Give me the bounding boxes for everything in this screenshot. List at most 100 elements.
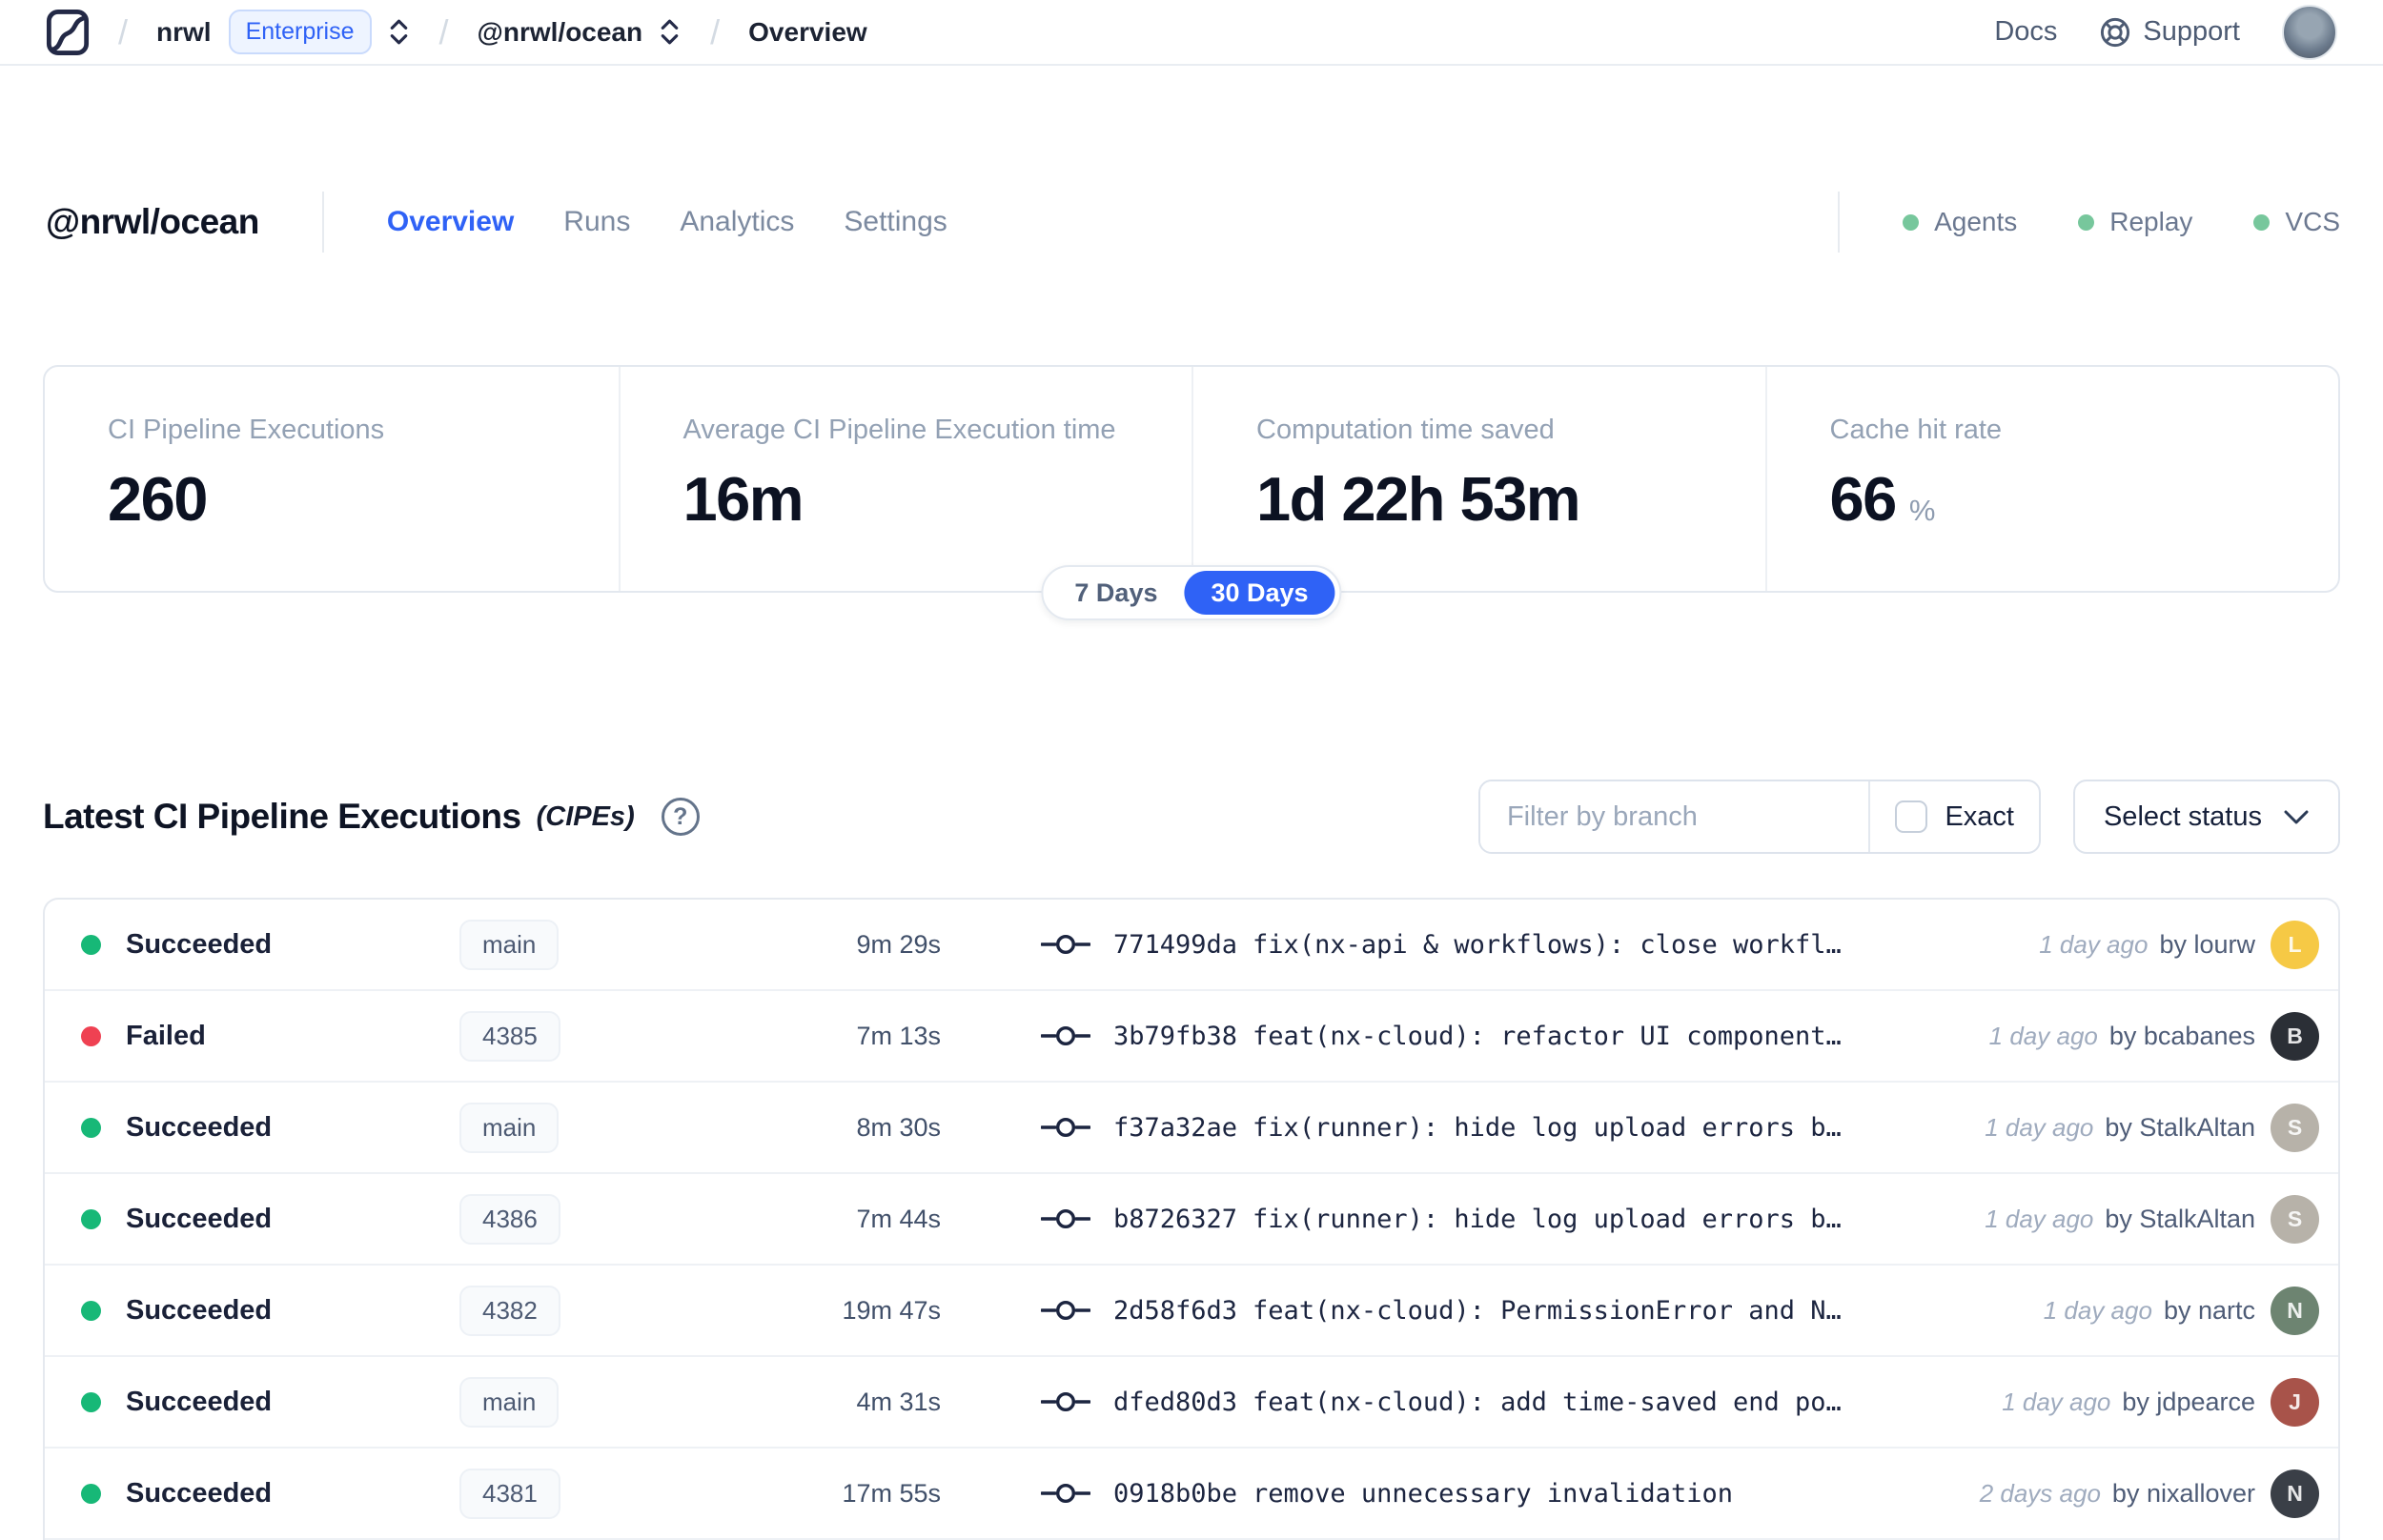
status-cell: Succeeded [81, 929, 459, 961]
green-dot-icon [2078, 213, 2095, 231]
commit-time: 1 day ago [2002, 1387, 2111, 1416]
commit-hash: 3b79fb38 [1113, 1021, 1238, 1051]
stat-label: Cache hit rate [1829, 415, 2003, 445]
status-dot [81, 1300, 101, 1321]
status-select-dropdown[interactable]: Select status [2072, 780, 2340, 854]
author-avatar: S [2271, 1103, 2319, 1152]
commit-line[interactable]: 2d58f6d3 feat(nx-cloud): PermissionError… [1113, 1296, 1842, 1326]
commit-message: remove unnecessary invalidation [1253, 1478, 1733, 1509]
status-label: Succeeded [126, 1386, 273, 1417]
top-navbar: / nrwl Enterprise / @nrwl/ocean / Overvi… [0, 0, 2383, 66]
table-row[interactable]: Succeeded 4386 7m 44s b8726327 fix(runne… [45, 1174, 2338, 1266]
commit-line[interactable]: dfed80d3 feat(nx-cloud): add time-saved … [1113, 1388, 1842, 1417]
header-divider [321, 192, 324, 253]
branch-cell: 4381 [459, 1468, 745, 1519]
commit-hash: dfed80d3 [1113, 1387, 1238, 1417]
green-dot-icon [1903, 213, 1920, 231]
breadcrumb-separator: / [710, 11, 721, 51]
commit-time: 2 days ago [1979, 1478, 2101, 1508]
exact-label[interactable]: Exact [1945, 801, 2014, 833]
status-vcs-label: VCS [2285, 207, 2340, 236]
life-ring-icon [2099, 16, 2131, 49]
range-option-30-days[interactable]: 30 Days [1184, 571, 1335, 615]
commit-author: by jdpearce [2122, 1387, 2255, 1416]
table-row[interactable]: Succeeded main 9m 29s 771499da fix(nx-ap… [45, 900, 2338, 991]
commit-line[interactable]: 771499da fix(nx-api & workflows): close … [1113, 930, 1842, 960]
author-avatar: S [2271, 1194, 2319, 1244]
status-dot [81, 1117, 101, 1138]
stat-label: Computation time saved [1256, 415, 1555, 445]
docs-link[interactable]: Docs [1994, 16, 2057, 48]
commit-cell: 771499da fix(nx-api & workflows): close … [1041, 930, 2010, 960]
branch-badge[interactable]: 4385 [459, 1010, 560, 1062]
table-row[interactable]: Failed 4385 7m 13s 3b79fb38 feat(nx-clou… [45, 991, 2338, 1083]
git-commit-icon [1041, 1023, 1090, 1049]
tab-settings[interactable]: Settings [844, 206, 947, 238]
range-option-7-days[interactable]: 7 Days [1048, 571, 1184, 615]
table-row[interactable]: Succeeded main 4m 31s dfed80d3 feat(nx-c… [45, 1357, 2338, 1449]
enterprise-badge[interactable]: Enterprise [228, 10, 372, 54]
status-vcs[interactable]: VCS [2253, 207, 2340, 237]
stat-label: Average CI Pipeline Execution time [682, 415, 1116, 445]
tab-overview[interactable]: Overview [387, 206, 514, 238]
branch-filter-input[interactable] [1479, 781, 1869, 852]
status-select-label: Select status [2103, 800, 2262, 832]
user-avatar[interactable] [2282, 4, 2337, 60]
branch-badge[interactable]: main [459, 919, 560, 970]
date-range-toggle: 7 Days 30 Days [1041, 565, 1342, 620]
commit-hash: b8726327 [1113, 1204, 1238, 1234]
status-dot [81, 934, 101, 955]
branch-badge[interactable]: 4381 [459, 1468, 560, 1519]
status-label: Succeeded [126, 1294, 273, 1326]
status-replay[interactable]: Replay [2078, 207, 2192, 237]
branch-cell: 4382 [459, 1285, 745, 1336]
git-commit-icon [1041, 1206, 1090, 1232]
nx-cloud-overview-page: / nrwl Enterprise / @nrwl/ocean / Overvi… [0, 0, 2383, 1540]
meta-cell: 1 day ago by lourw L [2010, 920, 2319, 969]
commit-author: by bcabanes [2108, 1021, 2255, 1050]
status-group-divider [1838, 192, 1841, 253]
breadcrumb-separator: / [438, 11, 449, 51]
table-row[interactable]: Succeeded 4382 19m 47s 2d58f6d3 feat(nx-… [45, 1266, 2338, 1357]
branch-badge[interactable]: main [459, 1102, 560, 1153]
branch-badge[interactable]: 4382 [459, 1285, 560, 1336]
exact-checkbox[interactable] [1895, 800, 1928, 833]
duration-value: 7m 13s [856, 1021, 941, 1050]
breadcrumb-workspace[interactable]: @nrwl/ocean [478, 17, 643, 48]
branch-badge[interactable]: main [459, 1376, 560, 1428]
commit-author: by StalkAltan [2105, 1204, 2255, 1233]
breadcrumb-org[interactable]: nrwl [156, 17, 212, 48]
commit-line[interactable]: 0918b0be remove unnecessary invalidation [1113, 1479, 1733, 1509]
status-cell: Succeeded [81, 1387, 459, 1418]
nx-cloud-logo-icon[interactable] [46, 9, 90, 56]
commit-line[interactable]: 3b79fb38 feat(nx-cloud): refactor UI com… [1113, 1022, 1842, 1051]
branch-badge[interactable]: 4386 [459, 1193, 560, 1245]
org-switcher-chevrons-icon[interactable] [387, 17, 411, 47]
commit-line[interactable]: f37a32ae fix(runner): hide log upload er… [1113, 1113, 1842, 1143]
duration-value: 17m 55s [842, 1478, 941, 1508]
commit-time: 1 day ago [2043, 1295, 2152, 1325]
table-row[interactable]: Succeeded 4381 17m 55s 0918b0be remove u… [45, 1449, 2338, 1540]
status-cell: Succeeded [81, 1478, 459, 1510]
help-icon[interactable]: ? [661, 798, 700, 836]
stats-cards: CI Pipeline Executions 260 Average CI Pi… [43, 365, 2340, 593]
commit-time: 1 day ago [1985, 1112, 2094, 1142]
workspace-switcher-chevrons-icon[interactable] [658, 17, 682, 47]
tab-runs[interactable]: Runs [563, 206, 630, 238]
tab-analytics[interactable]: Analytics [680, 206, 794, 238]
cipe-table: Succeeded main 9m 29s 771499da fix(nx-ap… [43, 898, 2340, 1540]
support-link[interactable]: Support [2099, 16, 2240, 49]
cipe-table-body: Succeeded main 9m 29s 771499da fix(nx-ap… [45, 900, 2338, 1540]
chevron-down-icon [2283, 809, 2310, 825]
status-agents[interactable]: Agents [1903, 207, 2017, 237]
git-commit-icon [1041, 1388, 1090, 1415]
commit-cell: 2d58f6d3 feat(nx-cloud): PermissionError… [1041, 1296, 2015, 1326]
status-label: Succeeded [126, 928, 273, 960]
commit-line[interactable]: b8726327 fix(runner): hide log upload er… [1113, 1205, 1842, 1234]
commit-cell: 3b79fb38 feat(nx-cloud): refactor UI com… [1041, 1022, 1961, 1051]
stat-label: CI Pipeline Executions [108, 415, 385, 445]
git-commit-icon [1041, 1114, 1090, 1141]
table-row[interactable]: Succeeded main 8m 30s f37a32ae fix(runne… [45, 1083, 2338, 1174]
duration-value: 19m 47s [842, 1295, 941, 1325]
status-cell: Failed [81, 1021, 459, 1052]
